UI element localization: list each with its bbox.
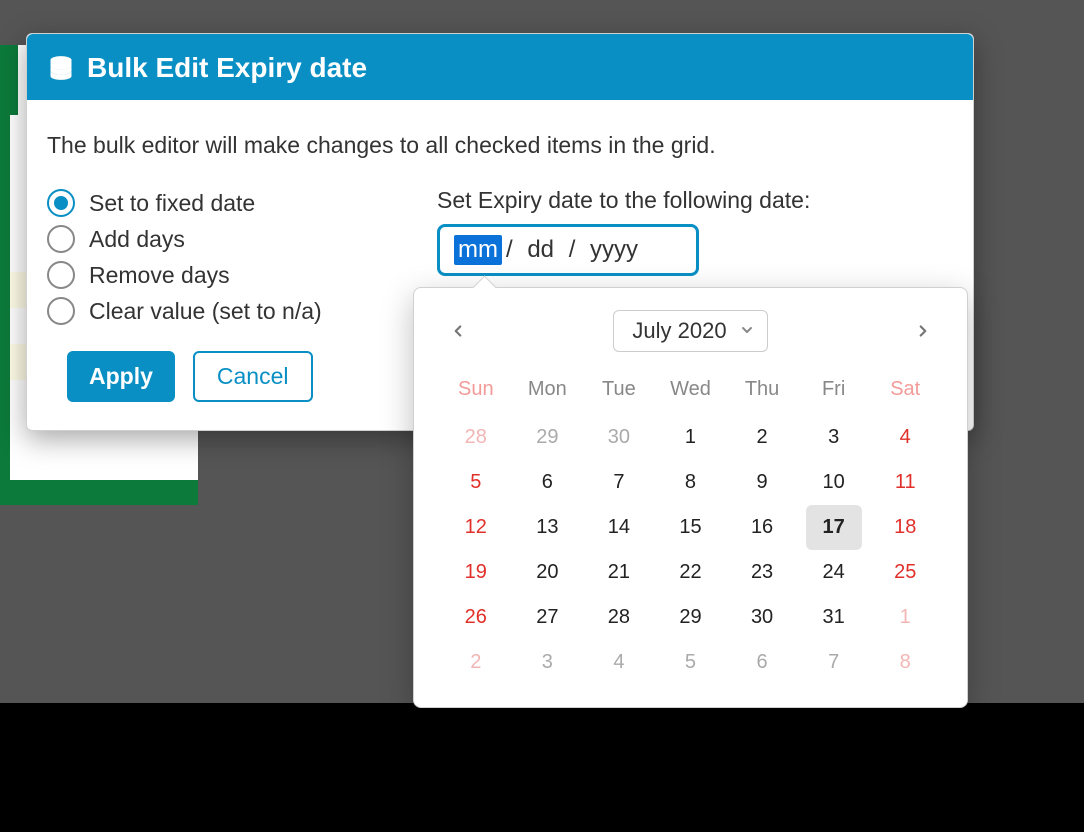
radio-label: Set to fixed date <box>89 190 255 217</box>
radio-label: Remove days <box>89 262 230 289</box>
calendar-day[interactable]: 3 <box>512 640 584 685</box>
background-footer <box>0 703 1084 832</box>
calendar-day[interactable]: 2 <box>726 415 798 460</box>
options-column: Set to fixed date Add days Remove days Clea… <box>47 187 417 402</box>
calendar-day[interactable]: 11 <box>869 460 941 505</box>
calendar-day[interactable]: 3 <box>798 415 870 460</box>
calendar-day[interactable]: 30 <box>583 415 655 460</box>
radio-indicator <box>47 189 75 217</box>
calendar-day[interactable]: 1 <box>869 595 941 640</box>
calendar-weekday-header: Wed <box>655 370 727 415</box>
calendar-day[interactable]: 19 <box>440 550 512 595</box>
calendar-day[interactable]: 4 <box>869 415 941 460</box>
datepicker-popover: July 2020 SunMonTueWedThuFriSat282930123… <box>413 287 968 708</box>
calendar-day[interactable]: 24 <box>798 550 870 595</box>
calendar-day[interactable]: 8 <box>655 460 727 505</box>
calendar-day[interactable]: 7 <box>583 460 655 505</box>
prev-month-button[interactable] <box>440 313 476 349</box>
radio-option[interactable]: Remove days <box>47 259 417 291</box>
radio-indicator <box>47 261 75 289</box>
cancel-button[interactable]: Cancel <box>193 351 313 402</box>
date-segment-year[interactable]: yyyy <box>590 236 638 264</box>
modal-title: Bulk Edit Expiry date <box>87 52 367 84</box>
radio-indicator <box>47 297 75 325</box>
date-segment-month[interactable]: mm <box>454 235 502 265</box>
calendar-day[interactable]: 16 <box>726 505 798 550</box>
radio-label: Clear value (set to n/a) <box>89 298 322 325</box>
modal-header: Bulk Edit Expiry date <box>27 34 973 100</box>
calendar-day[interactable]: 23 <box>726 550 798 595</box>
date-segment-day[interactable]: dd <box>527 236 554 264</box>
next-month-button[interactable] <box>905 313 941 349</box>
calendar-weekday-header: Sat <box>869 370 941 415</box>
calendar-day[interactable]: 29 <box>512 415 584 460</box>
calendar-day[interactable]: 13 <box>512 505 584 550</box>
month-year-select[interactable]: July 2020 <box>613 310 767 352</box>
calendar-day[interactable]: 26 <box>440 595 512 640</box>
date-input[interactable]: mm / dd / yyyy <box>437 224 699 276</box>
calendar-day[interactable]: 5 <box>655 640 727 685</box>
calendar-day[interactable]: 12 <box>440 505 512 550</box>
calendar-day[interactable]: 20 <box>512 550 584 595</box>
calendar-day[interactable]: 22 <box>655 550 727 595</box>
calendar-day[interactable]: 4 <box>583 640 655 685</box>
calendar-day[interactable]: 31 <box>798 595 870 640</box>
radio-option[interactable]: Add days <box>47 223 417 255</box>
calendar-day[interactable]: 21 <box>583 550 655 595</box>
calendar-day[interactable]: 28 <box>583 595 655 640</box>
chevron-down-icon <box>739 318 755 344</box>
calendar-weekday-header: Mon <box>512 370 584 415</box>
calendar-day[interactable]: 5 <box>440 460 512 505</box>
apply-button[interactable]: Apply <box>67 351 175 402</box>
modal-description: The bulk editor will make changes to all… <box>47 132 953 159</box>
calendar-day[interactable]: 18 <box>869 505 941 550</box>
calendar-day[interactable]: 28 <box>440 415 512 460</box>
calendar-day[interactable]: 29 <box>655 595 727 640</box>
radio-option[interactable]: Set to fixed date <box>47 187 417 219</box>
calendar-day[interactable]: 15 <box>655 505 727 550</box>
radio-option[interactable]: Clear value (set to n/a) <box>47 295 417 327</box>
calendar-day[interactable]: 7 <box>798 640 870 685</box>
calendar-grid: SunMonTueWedThuFriSat2829301234567891011… <box>440 370 941 685</box>
calendar-day[interactable]: 30 <box>726 595 798 640</box>
calendar-weekday-header: Sun <box>440 370 512 415</box>
date-sep: / <box>506 236 513 264</box>
month-year-label: July 2020 <box>632 318 726 344</box>
database-icon <box>47 54 75 82</box>
calendar-day[interactable]: 27 <box>512 595 584 640</box>
calendar-day[interactable]: 6 <box>726 640 798 685</box>
radio-label: Add days <box>89 226 185 253</box>
calendar-day[interactable]: 10 <box>798 460 870 505</box>
calendar-day[interactable]: 14 <box>583 505 655 550</box>
calendar-header: July 2020 <box>440 310 941 352</box>
background-accent <box>0 45 18 115</box>
radio-indicator <box>47 225 75 253</box>
calendar-day[interactable]: 25 <box>869 550 941 595</box>
date-field-label: Set Expiry date to the following date: <box>437 187 953 214</box>
radio-group: Set to fixed date Add days Remove days Clea… <box>47 187 417 327</box>
calendar-day[interactable]: 8 <box>869 640 941 685</box>
calendar-day[interactable]: 9 <box>726 460 798 505</box>
date-sep: / <box>569 236 576 264</box>
calendar-weekday-header: Tue <box>583 370 655 415</box>
calendar-weekday-header: Fri <box>798 370 870 415</box>
calendar-weekday-header: Thu <box>726 370 798 415</box>
calendar-day[interactable]: 1 <box>655 415 727 460</box>
calendar-day-today[interactable]: 17 <box>806 505 862 550</box>
calendar-day[interactable]: 6 <box>512 460 584 505</box>
calendar-day[interactable]: 2 <box>440 640 512 685</box>
